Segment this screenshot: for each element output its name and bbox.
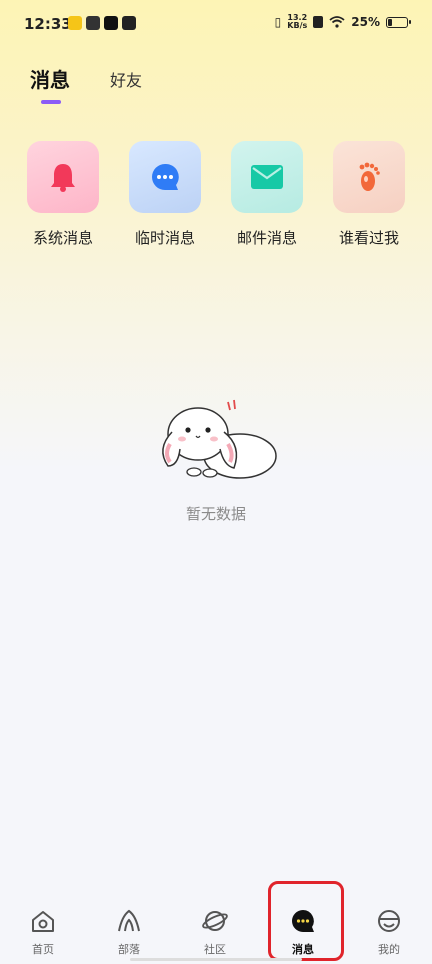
profile-face-icon (378, 910, 400, 932)
home-indicator[interactable] (130, 958, 302, 961)
network-speed-unit: KB/s (287, 21, 308, 30)
tab-indicator (41, 100, 61, 104)
notification-icons (68, 16, 136, 30)
battery-percent: 25% (351, 15, 380, 29)
weibo-icon (68, 16, 82, 30)
battery-fill (388, 18, 392, 26)
sim-icon (313, 16, 324, 28)
tab-friends[interactable]: 好友 (110, 67, 142, 91)
shortcut-tile[interactable] (27, 141, 99, 213)
nav-label: 首页 (32, 943, 54, 956)
tribe-icon (118, 909, 140, 932)
planet-icon (202, 911, 228, 931)
shortcut-label: 谁看过我 (338, 229, 399, 247)
shortcut-tile[interactable] (129, 141, 201, 213)
shortcut-tile[interactable] (333, 141, 405, 213)
bunny-illustration (162, 399, 277, 479)
nav-label: 我的 (378, 943, 400, 956)
network-speed: 13.2 KB/s (287, 14, 307, 30)
vibrate-icon: ▯ (274, 15, 282, 29)
mail-icon (251, 165, 283, 189)
shortcut-temp-messages[interactable]: 临时消息 (120, 141, 210, 248)
shortcut-tile[interactable] (231, 141, 303, 213)
mail-app-icon (122, 16, 136, 30)
nav-home[interactable]: 首页 (13, 908, 73, 957)
status-time: 12:33 (24, 15, 72, 33)
nav-community[interactable]: 社区 (185, 908, 245, 957)
shortcut-mail-messages[interactable]: 邮件消息 (222, 141, 312, 248)
battery-icon (386, 16, 411, 28)
shortcut-system-messages[interactable]: 系统消息 (18, 141, 108, 248)
shortcut-label: 系统消息 (32, 229, 93, 247)
app-icon (86, 16, 100, 30)
nav-label: 部落 (118, 943, 140, 956)
empty-state-text: 暂无数据 (185, 505, 246, 523)
home-icon (32, 911, 54, 932)
chat-bubble-icon (152, 163, 179, 190)
shortcut-label: 邮件消息 (236, 229, 297, 247)
shortcut-who-viewed-me[interactable]: 谁看过我 (324, 141, 414, 248)
tab-messages[interactable]: 消息 (30, 64, 70, 93)
bottom-navigation: 首页 部落 社区 消息 我的 (0, 900, 432, 964)
status-right: ▯ 13.2 KB/s 25% (274, 14, 411, 30)
wifi-icon (329, 16, 345, 28)
nav-tribe[interactable]: 部落 (99, 908, 159, 957)
nav-profile[interactable]: 我的 (359, 908, 419, 957)
status-bar: 12:33 ▯ 13.2 KB/s 25% (0, 0, 432, 50)
nav-label: 社区 (204, 943, 226, 956)
tiktok-icon (104, 16, 118, 30)
footprint-icon (359, 162, 380, 191)
highlight-frame (268, 881, 344, 961)
shortcut-label: 临时消息 (134, 229, 195, 247)
bell-icon (51, 164, 75, 192)
